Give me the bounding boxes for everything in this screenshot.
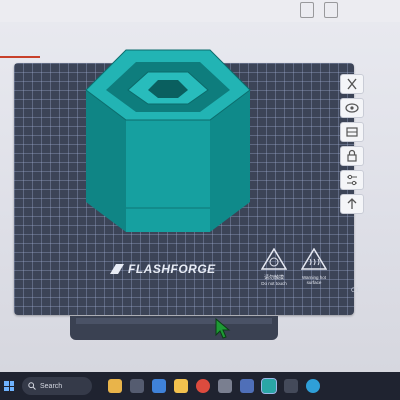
mouse-cursor-icon [215,318,231,339]
accent-line [0,56,40,58]
view-toolbar [340,74,366,214]
warning-hot: Warning hot surface [294,247,334,285]
flashforge-logo-icon [110,264,124,274]
upload-icon [347,198,357,209]
terminal-icon[interactable] [284,379,298,393]
warning-no-touch-en: Do not touch [261,281,287,286]
brand-text: FLASHFORGE [128,262,216,276]
top-toolbar [0,0,400,22]
chrome-icon[interactable] [196,379,210,393]
layers-button[interactable] [340,122,364,142]
warning-no-touch: 请勿触摸 Do not touch [254,247,294,286]
hot-surface-warning-icon [300,247,328,270]
upload-button[interactable] [340,194,364,214]
build-plate-tab-edge [76,318,272,324]
adjust-button[interactable] [340,170,364,190]
screen-area: FLASHFORGE 请勿触摸 Do not touch Warning hot… [0,0,400,372]
file-icon[interactable] [324,2,338,18]
camera-icon[interactable] [130,379,144,393]
close-icon [347,78,357,90]
folder-icon[interactable] [174,379,188,393]
lock-button[interactable] [340,146,364,166]
edge-icon[interactable] [306,379,320,393]
search-label: Search [40,382,63,390]
no-touch-warning-icon [260,247,288,270]
warning-hot-en: Warning hot surface [301,275,327,285]
close-view-button[interactable] [340,74,364,94]
hex-model[interactable] [78,42,258,237]
eye-icon [345,103,359,113]
start-icon[interactable] [4,381,14,391]
plate-corner-mark: C1 [351,287,360,294]
clip-icon[interactable] [300,2,314,18]
search-icon [28,382,36,390]
flashprint-icon[interactable] [261,378,277,394]
taskbar-apps [108,378,320,394]
taskbar-search[interactable]: Search [22,377,92,395]
layers-icon [346,127,358,137]
sliders-icon [347,174,357,186]
settings-icon[interactable] [218,379,232,393]
lock-icon [347,149,357,162]
view-button[interactable] [340,98,364,118]
brand-logo: FLASHFORGE [110,262,216,276]
store-icon[interactable] [240,379,254,393]
mail-icon[interactable] [152,379,166,393]
taskbar: Search [0,372,400,400]
file-explorer-icon[interactable] [108,379,122,393]
